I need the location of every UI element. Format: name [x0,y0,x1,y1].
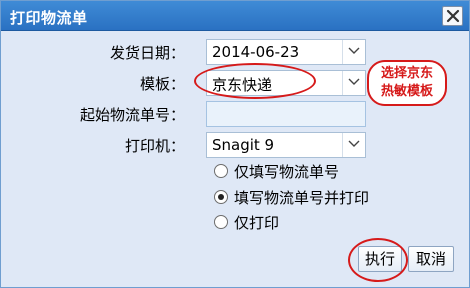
dialog-title: 打印物流单 [10,9,88,27]
option-label: 仅打印 [234,214,280,232]
annotation-line-2: 热敏模板 [380,84,433,99]
option-label: 仅填写物流单号 [234,163,340,181]
ship-date-label: 发货日期： [109,44,185,62]
printer-label: 打印机： [124,137,185,155]
printer-dropdown-button[interactable] [342,133,365,157]
chevron-down-icon [348,47,360,54]
ship-date-dropdown-button[interactable] [342,40,365,64]
close-icon [446,9,460,23]
template-label: 模板： [139,75,185,93]
start-tracking-number-input[interactable] [206,101,366,127]
template-select[interactable]: 京东快递 [206,70,366,96]
template-dropdown-button[interactable] [342,71,365,95]
radio-fill-tracking-only[interactable] [214,164,228,178]
ship-date-value: 2014-06-23 [212,43,300,61]
chevron-down-icon [348,140,360,147]
radio-fill-and-print[interactable] [214,190,228,204]
start-tracking-number-label: 起始物流单号： [79,106,185,124]
radio-print-only[interactable] [214,215,228,229]
annotation-callout: 选择京东 热敏模板 [367,60,447,106]
template-value: 京东快递 [212,76,273,94]
execute-button[interactable]: 执行 [358,246,402,272]
title-bar: 打印物流单 [1,1,469,31]
cancel-button[interactable]: 取消 [408,246,454,272]
annotation-line-1: 选择京东 [380,66,433,81]
option-label: 填写物流单号并打印 [234,189,370,207]
print-waybill-dialog: 打印物流单 发货日期： 2014-06-23 模板： 京东快递 起始物流单号： … [0,0,470,288]
ship-date-select[interactable]: 2014-06-23 [206,39,366,65]
close-button[interactable] [442,6,463,26]
printer-select[interactable]: Snagit 9 [206,132,366,158]
chevron-down-icon [348,78,360,85]
printer-value: Snagit 9 [212,136,275,154]
